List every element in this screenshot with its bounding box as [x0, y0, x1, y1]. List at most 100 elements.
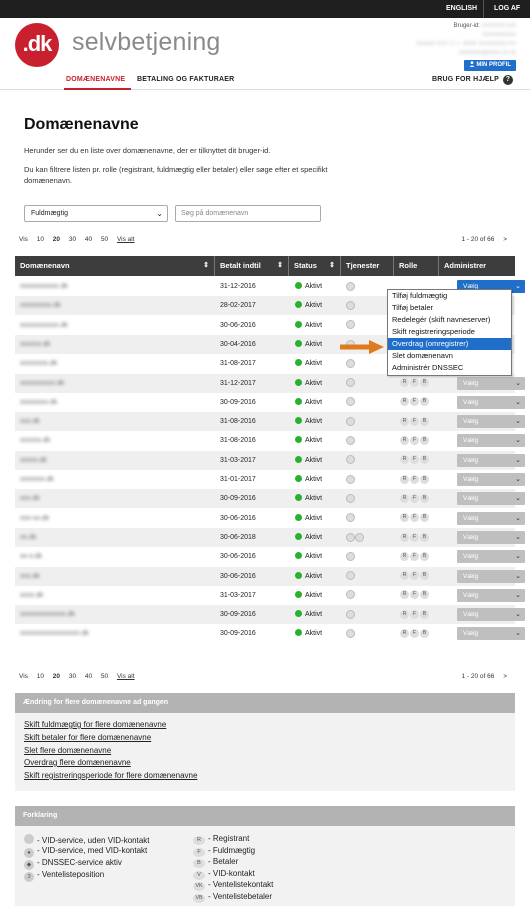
dk-logo[interactable]: .dk: [15, 23, 59, 67]
col-domaenenavn[interactable]: Domænenavn ⇕: [15, 256, 214, 276]
domain-name[interactable]: xxxxxx.dk: [20, 341, 50, 348]
paid-until: 31-12-2017: [220, 379, 256, 387]
administrer-select[interactable]: Vælg ⌄: [457, 588, 525, 602]
page-size-10[interactable]: 10: [37, 673, 44, 680]
role-badge: R: [400, 455, 409, 465]
domain-name[interactable]: xxxxxxxxxxxxxxxxx.dk: [20, 630, 89, 637]
search-input[interactable]: Søg på domænenavn: [175, 205, 321, 222]
page-range: 1 - 20 of 66 >: [462, 236, 508, 243]
role-badge: B: [420, 551, 429, 561]
page-size-30[interactable]: 30: [69, 673, 76, 680]
domain-name[interactable]: xxxxx.dk: [20, 457, 47, 464]
bulk-link-overdrag[interactable]: Overdrag flere domænenavne: [24, 758, 131, 767]
domain-name[interactable]: xxx.dk: [20, 573, 40, 580]
table-row: xxxxxxxxxxxxxxxxx.dk 30-09-2016 Aktivt R F B V…: [15, 624, 525, 643]
status-text: Aktivt: [305, 398, 323, 406]
status-active-icon: [295, 552, 302, 560]
vid-service-icon: [346, 436, 355, 446]
domain-name[interactable]: xxxxxxxxxxx.dk: [20, 322, 68, 329]
page-size-all[interactable]: Vis alt: [117, 236, 135, 243]
english-link[interactable]: ENGLISH: [446, 0, 477, 18]
administrer-select[interactable]: Vælg ⌄: [457, 473, 525, 486]
page-size-40[interactable]: 40: [85, 673, 92, 680]
col-status[interactable]: Status ⇕: [289, 256, 340, 276]
administrer-select[interactable]: Vælg ⌄: [457, 530, 525, 544]
logout-link[interactable]: LOG AF: [494, 0, 520, 18]
select-label: Vælg: [463, 379, 479, 387]
page-size-40[interactable]: 40: [85, 236, 92, 243]
role-filter-select[interactable]: Fuldmægtig ⌄: [24, 205, 168, 222]
domain-name[interactable]: xxxxxxxxxxxxx.dk: [20, 611, 75, 618]
tab-betaling[interactable]: BETALING OG FAKTURAER: [137, 76, 234, 83]
page-size-50[interactable]: 50: [101, 673, 108, 680]
administrer-select[interactable]: Vælg ⌄: [457, 415, 525, 429]
menu-item-skift-periode[interactable]: Skift registreringsperiode: [388, 326, 511, 338]
administrer-select[interactable]: Vælg ⌄: [457, 376, 525, 390]
domain-name[interactable]: xxxxxxx.dk: [20, 476, 54, 483]
domain-name[interactable]: xxx.dk: [20, 418, 40, 425]
menu-item-add-betaler[interactable]: Tilføj betaler: [388, 302, 511, 314]
status-text: Aktivt: [305, 360, 323, 368]
domain-name[interactable]: xxxxxxxx.dk: [20, 360, 57, 367]
administrer-select[interactable]: Vælg ⌄: [457, 627, 525, 641]
status-text: Aktivt: [305, 630, 323, 638]
status-cell: Aktivt: [295, 586, 322, 605]
status-cell: Aktivt: [295, 547, 322, 566]
menu-item-add-fuldmaegtig[interactable]: Tilføj fuldmægtig: [388, 290, 511, 302]
paid-until: 31-03-2017: [220, 591, 256, 599]
col-betalt-indtil[interactable]: Betalt indtil ⇕: [215, 256, 288, 276]
page-size-20[interactable]: 20: [53, 236, 60, 243]
page-size-10[interactable]: 10: [37, 236, 44, 243]
help-link[interactable]: BRUG FOR HJÆLP?: [432, 75, 513, 85]
role-badge: R: [400, 474, 409, 484]
dnssec-icon: ◆: [24, 860, 34, 870]
domain-name[interactable]: xx.dk: [20, 534, 36, 541]
status-active-icon: [295, 359, 302, 367]
role-badge: R: [400, 551, 409, 561]
menu-item-overdrag[interactable]: Overdrag (omregistrer): [388, 338, 511, 350]
domain-name[interactable]: xxxx.dk: [20, 592, 43, 599]
bulk-link-betaler[interactable]: Skift betaler for flere domænenavne: [24, 733, 151, 742]
administrer-select[interactable]: Vælg ⌄: [457, 550, 525, 564]
administrer-select[interactable]: Vælg ⌄: [457, 511, 525, 525]
administrer-select[interactable]: Vælg ⌄: [457, 434, 525, 448]
page-size-20[interactable]: 20: [53, 673, 60, 680]
role-badge: R: [400, 378, 409, 388]
page-size-all[interactable]: Vis alt: [117, 673, 135, 680]
domain-name[interactable]: xxxxxxxx.dk: [20, 399, 57, 406]
domain-name[interactable]: xxxxxxxxxxx.dk: [20, 283, 68, 290]
pager-label: Vis: [19, 673, 28, 680]
domain-name[interactable]: xxxxxxxxxx.dk: [20, 380, 64, 387]
status-cell: Aktivt: [295, 567, 322, 586]
administrer-select[interactable]: Vælg ⌄: [457, 569, 525, 583]
domain-name[interactable]: xxxxxx.dk: [20, 437, 50, 444]
bulk-link-fuldmaegtig[interactable]: Skift fuldmægtig for flere domænenavne: [24, 720, 166, 729]
next-page-button[interactable]: >: [503, 236, 507, 243]
status-cell: Aktivt: [295, 624, 322, 643]
role-filter-value: Fuldmægtig: [31, 210, 68, 217]
menu-item-dnssec[interactable]: Administrér DNSSEC: [388, 362, 511, 374]
domain-name[interactable]: xxx.dk: [20, 495, 40, 502]
administrer-select[interactable]: Vælg ⌄: [457, 492, 525, 506]
administrer-select[interactable]: Vælg ⌄: [457, 453, 525, 467]
tab-domaenenavne[interactable]: DOMÆNENAVNE: [66, 76, 125, 83]
status-cell: Aktivt: [295, 509, 322, 528]
page-size-50[interactable]: 50: [101, 236, 108, 243]
menu-item-slet[interactable]: Slet domænenavn: [388, 350, 511, 362]
role-badge: F: [410, 378, 419, 388]
domain-name[interactable]: xxx-xx.dk: [20, 515, 49, 522]
bulk-link-periode[interactable]: Skift registreringsperiode for flere dom…: [24, 771, 197, 780]
status-cell: Aktivt: [295, 296, 322, 315]
table-row: xxx.dk 30-09-2016 Aktivt R F B Vælg ⌄: [15, 489, 525, 509]
bulk-link-slet[interactable]: Slet flere domænenavne: [24, 746, 111, 755]
domain-name[interactable]: xxxxxxxxx.dk: [20, 302, 61, 309]
page-size-30[interactable]: 30: [69, 236, 76, 243]
select-label: Vælg: [463, 398, 479, 406]
table-row: xxxxxxxxxx.dk 31-12-2017 Aktivt R F B Vælg ⌄: [15, 373, 525, 393]
administrer-select[interactable]: Vælg ⌄: [457, 608, 525, 622]
domain-name[interactable]: xx-x.dk: [20, 553, 42, 560]
next-page-button[interactable]: >: [503, 673, 507, 680]
menu-item-redeleger[interactable]: Redelegér (skift navneserver): [388, 314, 511, 326]
administrer-select[interactable]: Vælg ⌄: [457, 395, 525, 409]
range-text: 1 - 20 of 66: [461, 673, 495, 680]
